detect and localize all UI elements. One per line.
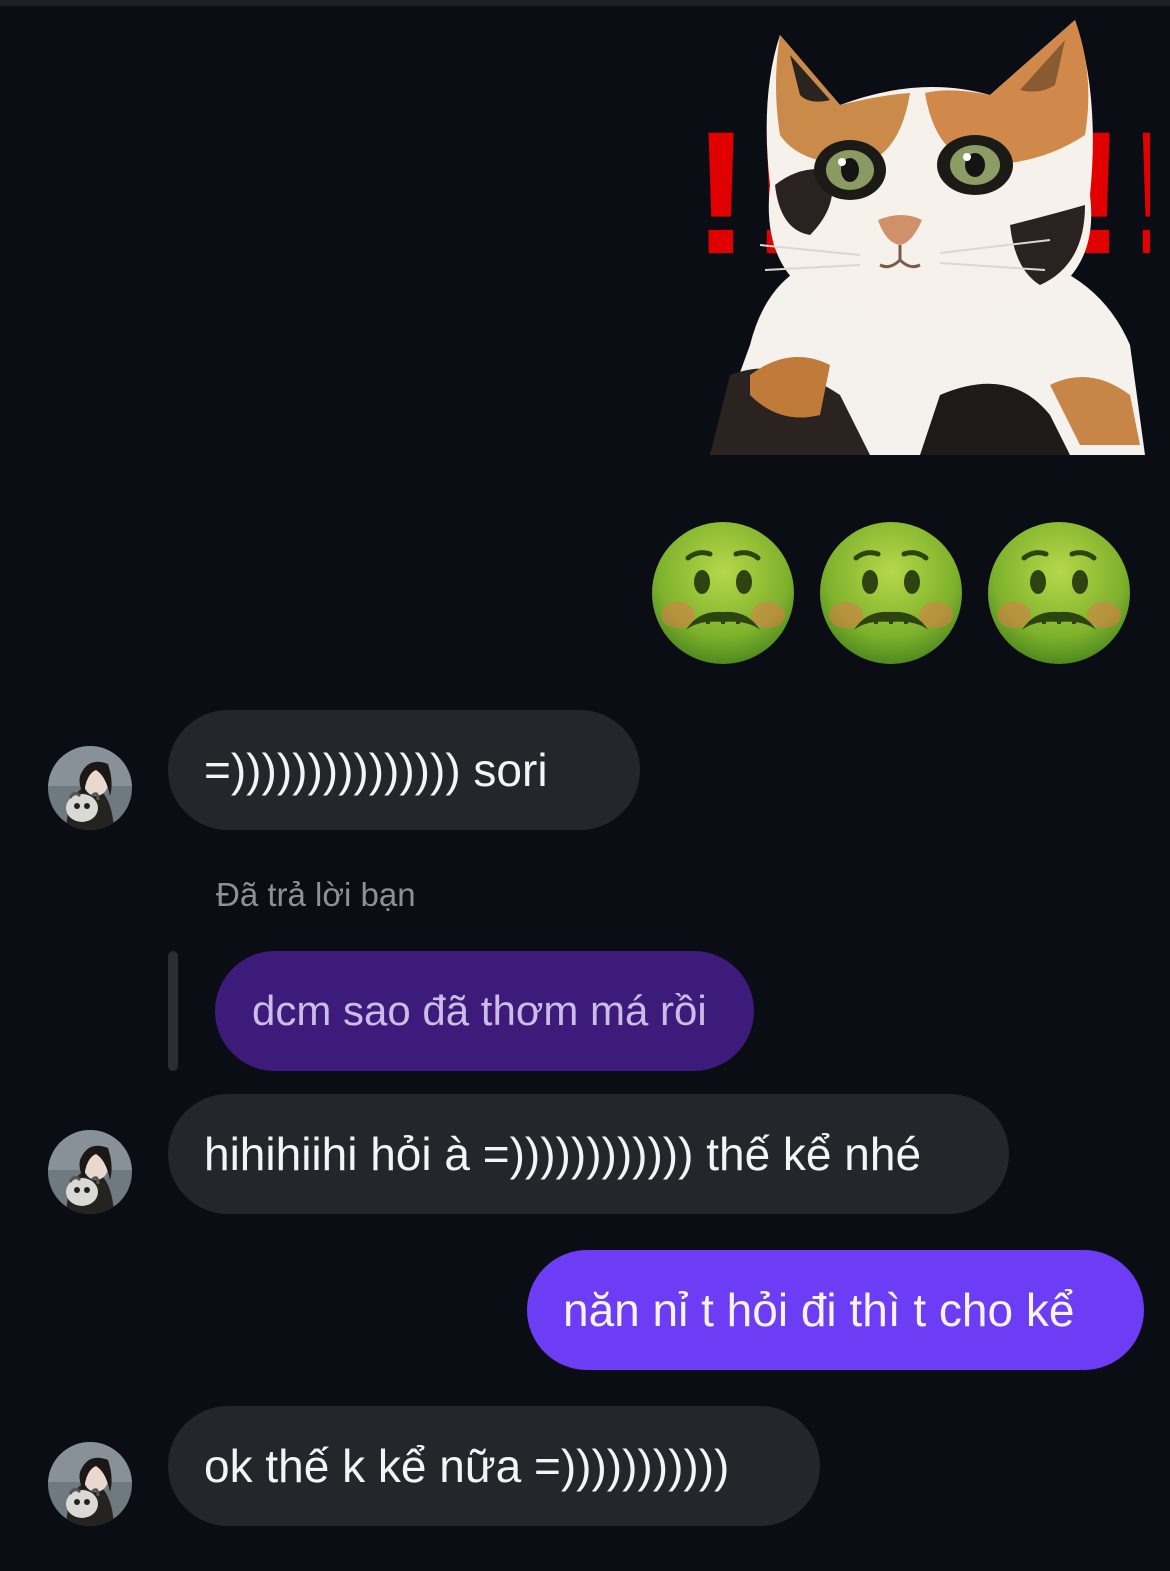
top-divider (0, 0, 1170, 6)
message-text: ok thế k kể nữa =))))))))))) (204, 1440, 730, 1492)
nauseated-face-icon[interactable] (986, 520, 1132, 666)
message-text: hihihiihi hỏi à =)))))))))))) thế kể nhé (204, 1128, 922, 1180)
nauseated-face-icon[interactable] (650, 520, 796, 666)
incoming-message-bubble[interactable]: hihihiihi hỏi à =)))))))))))) thế kể nhé (168, 1094, 1009, 1214)
cat-sticker[interactable]: !! !! (690, 15, 1150, 465)
message-text: năn nỉ t hỏi đi thì t cho kể (563, 1284, 1075, 1336)
cat-sticker-image: !! !! (692, 20, 1150, 455)
outgoing-message-bubble[interactable]: năn nỉ t hỏi đi thì t cho kể (527, 1250, 1144, 1370)
nauseated-face-icon[interactable] (818, 520, 964, 666)
reply-label: Đã trả lời bạn (216, 876, 416, 913)
message-text: =))))))))))))))) sori (204, 744, 548, 796)
incoming-message-bubble[interactable]: =))))))))))))))) sori (168, 710, 640, 830)
quoted-message-bubble[interactable]: dcm sao đã thơm má rồi (215, 951, 754, 1071)
avatar[interactable] (48, 1442, 132, 1526)
avatar[interactable] (48, 746, 132, 830)
quoted-message-text: dcm sao đã thơm má rồi (252, 987, 707, 1034)
avatar[interactable] (48, 1130, 132, 1214)
reply-indicator-bar (168, 951, 178, 1071)
incoming-message-bubble[interactable]: ok thế k kể nữa =))))))))))) (168, 1406, 820, 1526)
